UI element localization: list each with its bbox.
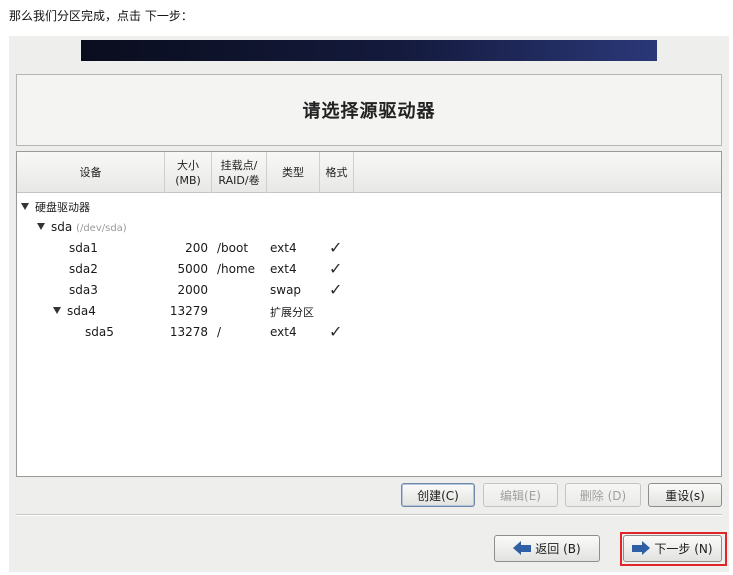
arrow-left-icon bbox=[513, 541, 532, 555]
column-header-format[interactable]: 格式 bbox=[320, 152, 354, 193]
title-panel: 请选择源驱动器 bbox=[16, 74, 722, 146]
edit-button[interactable]: 编辑(E) bbox=[483, 483, 558, 507]
table-row[interactable]: sda4 13279 扩展分区 bbox=[17, 301, 721, 322]
checkmark-icon: ✓ bbox=[329, 280, 343, 299]
table-row[interactable]: sda3 2000 swap ✓ bbox=[17, 280, 721, 301]
column-header-mount[interactable]: 挂载点/RAID/卷 bbox=[212, 152, 267, 193]
column-header-type[interactable]: 类型 bbox=[267, 152, 320, 193]
row-type: 扩展分区 bbox=[270, 306, 314, 319]
delete-button[interactable]: 删除 (D) bbox=[565, 483, 641, 507]
table-row[interactable]: 硬盘驱动器 bbox=[17, 196, 721, 217]
row-size: 13279 bbox=[169, 304, 208, 318]
row-size: 13278 bbox=[169, 325, 208, 339]
row-mount: /home bbox=[217, 262, 256, 276]
tutorial-caption: 那么我们分区完成，点击 下一步： bbox=[9, 9, 193, 23]
row-size: 200 bbox=[185, 241, 208, 255]
row-device: sda bbox=[51, 220, 73, 234]
next-highlight-box bbox=[620, 532, 727, 566]
create-button[interactable]: 创建(C) bbox=[401, 483, 475, 507]
separator bbox=[16, 514, 722, 516]
row-device-path: (/dev/sda) bbox=[76, 223, 127, 234]
back-button[interactable]: 返回 (B) bbox=[494, 535, 600, 562]
row-type: ext4 bbox=[270, 241, 297, 255]
row-type: ext4 bbox=[270, 325, 297, 339]
table-row[interactable]: sda2 5000 /home ext4 ✓ bbox=[17, 259, 721, 280]
triangle-down-icon[interactable] bbox=[37, 223, 45, 230]
row-device: sda2 bbox=[69, 262, 98, 276]
installer-banner bbox=[81, 40, 657, 61]
column-header-size[interactable]: 大小 (MB) bbox=[165, 152, 212, 193]
column-header-device[interactable]: 设备 bbox=[17, 152, 165, 193]
triangle-down-icon[interactable] bbox=[53, 307, 61, 314]
partition-table[interactable]: 设备 大小 (MB) 挂载点/RAID/卷 类型 格式 硬盘驱动器 sda (/… bbox=[16, 151, 722, 477]
installer-window: 请选择源驱动器 设备 大小 (MB) 挂载点/RAID/卷 类型 格式 硬盘驱动器 bbox=[9, 36, 729, 572]
checkmark-icon: ✓ bbox=[329, 322, 343, 341]
row-device: sda1 bbox=[69, 241, 98, 255]
reset-button[interactable]: 重设(s) bbox=[648, 483, 722, 507]
triangle-down-icon[interactable] bbox=[21, 203, 29, 210]
table-row[interactable]: sda (/dev/sda) bbox=[17, 217, 721, 238]
table-row[interactable]: sda5 13278 / ext4 ✓ bbox=[17, 322, 721, 343]
table-header: 设备 大小 (MB) 挂载点/RAID/卷 类型 格式 bbox=[17, 152, 721, 193]
row-device: sda3 bbox=[69, 283, 98, 297]
page-title: 请选择源驱动器 bbox=[302, 101, 436, 122]
row-mount: / bbox=[217, 325, 222, 339]
row-device: sda5 bbox=[85, 325, 114, 339]
row-mount: /boot bbox=[217, 241, 249, 255]
row-type: ext4 bbox=[270, 262, 297, 276]
checkmark-icon: ✓ bbox=[329, 259, 343, 278]
row-size: 5000 bbox=[177, 262, 208, 276]
back-button-label: 返回 (B) bbox=[535, 542, 581, 556]
checkmark-icon: ✓ bbox=[329, 238, 343, 257]
row-type: swap bbox=[270, 283, 302, 297]
row-device: sda4 bbox=[67, 304, 96, 318]
row-size: 2000 bbox=[177, 283, 208, 297]
table-row[interactable]: sda1 200 /boot ext4 ✓ bbox=[17, 238, 721, 259]
row-device: 硬盘驱动器 bbox=[35, 201, 90, 214]
